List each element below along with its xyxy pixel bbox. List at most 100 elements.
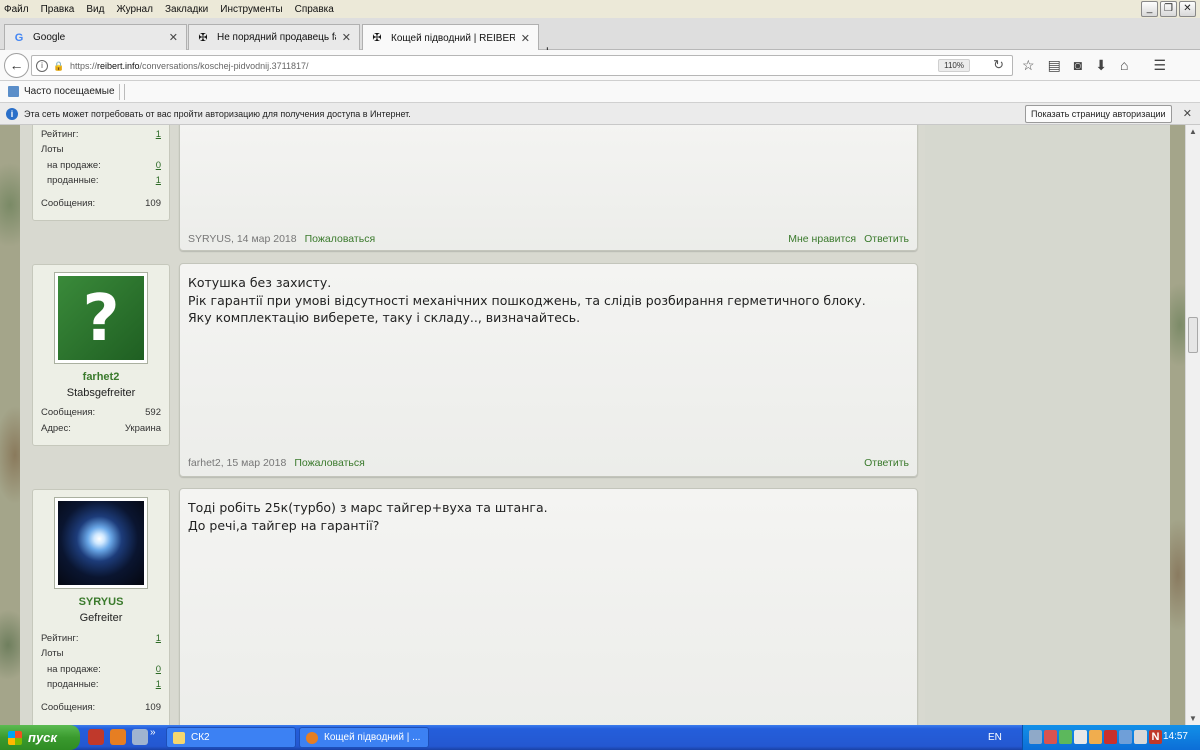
folder-icon bbox=[173, 731, 185, 744]
message-meta: farhet2, 15 мар 2018 Пожаловаться bbox=[188, 457, 365, 469]
message-box: SYRYUS, 14 мар 2018 Пожаловаться Мне нрав… bbox=[179, 125, 918, 251]
avatar[interactable] bbox=[54, 497, 148, 589]
bookmark-star-icon[interactable]: ☆ bbox=[1022, 57, 1035, 74]
start-button[interactable]: пуск bbox=[0, 725, 80, 750]
home-icon[interactable]: ⌂ bbox=[1120, 57, 1128, 74]
taskbar-window-firefox[interactable]: Кощей підводний | ... bbox=[299, 727, 429, 748]
close-tab-icon[interactable]: ✕ bbox=[169, 31, 178, 44]
tab-seller[interactable]: ✠ Не порядний продавець far... ✕ bbox=[188, 24, 360, 50]
scroll-down-arrow-icon[interactable]: ▼ bbox=[1189, 714, 1197, 723]
username[interactable]: SYRYUS bbox=[33, 596, 169, 608]
tab-label: Кощей підводний | REIBERT... bbox=[391, 32, 515, 44]
restore-button[interactable]: ❐ bbox=[1160, 1, 1177, 17]
page-viewport: Рейтинг: 1 Лоты на продаже: 0 проданные: 1 … bbox=[0, 125, 1185, 725]
messenger-icon[interactable] bbox=[1059, 730, 1072, 744]
minimize-button[interactable]: _ bbox=[1141, 1, 1158, 17]
menu-history[interactable]: Журнал bbox=[116, 4, 153, 15]
info-icon[interactable]: i bbox=[36, 59, 48, 72]
reply-link[interactable]: Ответить bbox=[864, 233, 909, 245]
scroll-up-arrow-icon[interactable]: ▲ bbox=[1189, 127, 1197, 136]
display-icon[interactable] bbox=[1119, 730, 1132, 744]
lock-icon[interactable]: 🔒 bbox=[53, 61, 64, 71]
message-box: Тоді робіть 25к(турбо) з марс тайгер+вух… bbox=[179, 488, 918, 725]
stat-row: Адрес: Украина bbox=[41, 423, 161, 434]
network-icon[interactable] bbox=[1029, 730, 1042, 744]
tab-koschej[interactable]: ✠ Кощей підводний | REIBERT... ✕ bbox=[362, 24, 539, 51]
captive-portal-notification: i Эта сеть может потребовать от вас прой… bbox=[0, 103, 1200, 125]
stat-row: Рейтинг: 1 bbox=[41, 129, 161, 140]
post-date[interactable]: 14 мар 2018 bbox=[237, 233, 297, 245]
opera-icon[interactable] bbox=[88, 729, 104, 745]
stat-row: Сообщения: 592 bbox=[41, 407, 161, 418]
download-icon[interactable]: ⬇ bbox=[1095, 57, 1107, 74]
like-link[interactable]: Мне нравится bbox=[788, 233, 856, 245]
library-icon[interactable]: ▤ bbox=[1048, 57, 1061, 74]
post-date[interactable]: 15 мар 2018 bbox=[227, 457, 287, 469]
back-button[interactable]: ← bbox=[4, 53, 29, 78]
stat-row: на продаже: 0 bbox=[47, 664, 161, 675]
bookmarks-bar: Часто посещаемые bbox=[0, 81, 1200, 103]
clock: 14:57 bbox=[1162, 731, 1188, 742]
start-label: пуск bbox=[28, 730, 57, 745]
menu-help[interactable]: Справка bbox=[295, 4, 334, 15]
quick-launch bbox=[88, 729, 148, 745]
reload-icon[interactable]: ↻ bbox=[993, 57, 1004, 73]
message-actions: Ответить bbox=[856, 457, 909, 469]
menu-file[interactable]: Файл bbox=[4, 4, 29, 15]
reply-link[interactable]: Ответить bbox=[864, 457, 909, 469]
url-text[interactable]: https://reibert.info/conversations/kosch… bbox=[70, 61, 309, 71]
scroll-thumb[interactable] bbox=[1188, 317, 1198, 353]
language-indicator[interactable]: EN bbox=[988, 732, 1002, 743]
pocket-icon[interactable]: ◙ bbox=[1074, 57, 1082, 74]
firefox-icon[interactable] bbox=[110, 729, 126, 745]
avatar[interactable]: ? bbox=[54, 272, 148, 364]
page-scrollbar[interactable]: ▲ ▼ bbox=[1185, 125, 1200, 725]
message-actions: Мне нравится Ответить bbox=[780, 233, 909, 245]
report-link[interactable]: Пожаловаться bbox=[294, 457, 365, 469]
menu-edit[interactable]: Правка bbox=[41, 4, 75, 15]
show-login-page-button[interactable]: Показать страницу авторизации bbox=[1025, 105, 1172, 123]
close-icon[interactable]: ✕ bbox=[1183, 107, 1192, 120]
nav-bar: ← i 🔒 https://reibert.info/conversations… bbox=[0, 50, 1200, 81]
user-rank: Stabsgefreiter bbox=[66, 387, 136, 399]
bookmark-most-visited[interactable]: Часто посещаемые bbox=[24, 86, 115, 97]
google-icon: G bbox=[14, 31, 24, 44]
firefox-icon bbox=[306, 731, 318, 744]
antivirus-icon[interactable] bbox=[1104, 730, 1117, 744]
username[interactable]: farhet2 bbox=[33, 371, 169, 383]
post-author[interactable]: SYRYUS bbox=[188, 233, 231, 245]
stat-row: проданные: 1 bbox=[47, 175, 161, 186]
close-window-button[interactable]: ✕ bbox=[1179, 1, 1196, 17]
tab-bar: G Google ✕ ✠ Не порядний продавець far..… bbox=[0, 18, 1200, 60]
taskbar-window-ck2[interactable]: СК2 bbox=[166, 727, 296, 748]
shield-icon[interactable] bbox=[1074, 730, 1087, 744]
menu-view[interactable]: Вид bbox=[86, 4, 104, 15]
tray-icons: N bbox=[1029, 730, 1162, 744]
app-n-icon[interactable]: N bbox=[1149, 730, 1162, 744]
message-text: Котушка без захисту. Рік гарантії при ум… bbox=[188, 275, 866, 325]
post-author[interactable]: farhet2 bbox=[188, 457, 221, 469]
stat-row: Сообщения: 109 bbox=[41, 702, 161, 713]
menu-tools[interactable]: Инструменты bbox=[220, 4, 282, 15]
stat-row: на продаже: 0 bbox=[47, 160, 161, 171]
quick-launch-expand-icon[interactable]: » bbox=[150, 727, 156, 738]
report-link[interactable]: Пожаловаться bbox=[305, 233, 376, 245]
window-controls: _ ❐ ✕ bbox=[1141, 1, 1196, 17]
tab-google[interactable]: G Google ✕ bbox=[4, 24, 187, 50]
user-info-panel: ? farhet2 Stabsgefreiter Сообщения: 592 А… bbox=[32, 264, 170, 446]
iron-cross-icon: ✠ bbox=[372, 32, 382, 44]
user-rank: Gefreiter bbox=[79, 612, 123, 624]
hamburger-menu-icon[interactable]: ☰ bbox=[1153, 57, 1166, 74]
menu-bookmarks[interactable]: Закладки bbox=[165, 4, 208, 15]
url-bar[interactable]: i 🔒 https://reibert.info/conversations/k… bbox=[31, 55, 1013, 76]
usb-icon[interactable] bbox=[1134, 730, 1147, 744]
windows-logo-icon bbox=[8, 730, 22, 745]
toolbar-icons: ☆ ▤ ◙ ⬇ ⌂ ☰ bbox=[1022, 57, 1166, 74]
close-tab-icon[interactable]: ✕ bbox=[521, 32, 530, 45]
security-icon[interactable] bbox=[1044, 730, 1057, 744]
notepad-icon[interactable] bbox=[132, 729, 148, 745]
iron-cross-icon: ✠ bbox=[198, 31, 208, 44]
speaker-icon[interactable] bbox=[1089, 730, 1102, 744]
close-tab-icon[interactable]: ✕ bbox=[342, 31, 351, 44]
zoom-indicator[interactable]: 110% bbox=[938, 59, 970, 72]
